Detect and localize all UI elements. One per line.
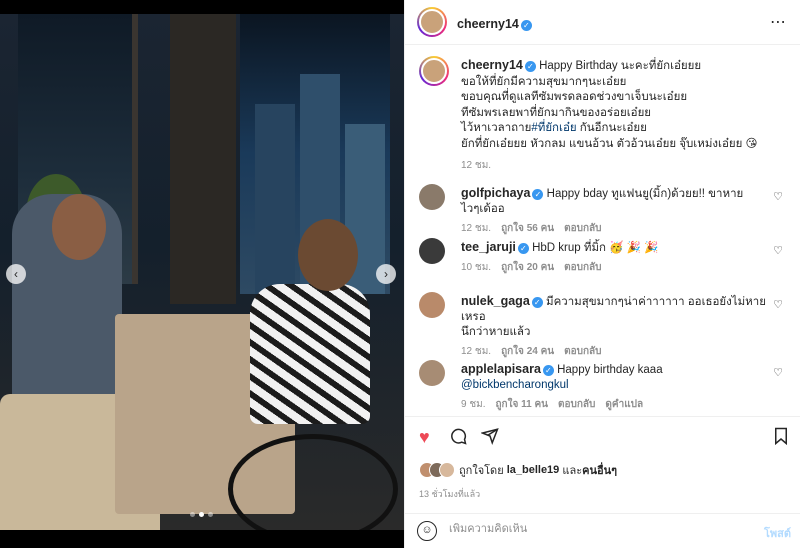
- chevron-left-icon: ‹: [14, 267, 18, 281]
- comment-like-button[interactable]: ♡: [773, 366, 783, 379]
- post-actions: ♥ ถูกใจโดย la_belle19 และ คนอื่นๆ 13 ชั่…: [405, 416, 800, 548]
- post-media: ‹ ›: [0, 0, 404, 548]
- caption-author-username[interactable]: cheerny14: [461, 58, 523, 72]
- chevron-right-icon: ›: [384, 267, 388, 281]
- comment-item: tee_jaruji ✓ HbD krup ที่มิ้ก 🥳 🎉 🎉 10 ชม…: [419, 236, 789, 288]
- carousel-dot-active: [199, 512, 204, 517]
- verified-icon: ✓: [531, 297, 543, 308]
- commenter-username[interactable]: golfpichaya: [461, 186, 530, 200]
- author-avatar[interactable]: [417, 7, 447, 37]
- caption-line: ขอให้ที่ยักมีความสุขมากๆนะเอ๋ยย: [461, 75, 627, 88]
- comment-time[interactable]: 12 ชม.: [461, 346, 491, 357]
- more-options-button[interactable]: ⋯: [770, 12, 787, 32]
- commenter-username[interactable]: tee_jaruji: [461, 240, 516, 254]
- comment-like-button[interactable]: ♡: [773, 298, 783, 311]
- comment-composer: ☺ โพสต์: [405, 513, 800, 548]
- mention-link[interactable]: @bickbencharongkul: [461, 379, 569, 391]
- carousel-next-button[interactable]: ›: [376, 264, 396, 284]
- author-username[interactable]: cheerny14: [457, 17, 519, 31]
- verified-icon: ✓: [542, 365, 554, 376]
- share-icon: [480, 428, 499, 449]
- hashtag-link[interactable]: #ที่ยักเอ๋ย: [531, 122, 576, 134]
- caption-line: ขอบคุณที่ดูแลทีซัมพรดลอดช่วงขาเจ็บนะเอ๋ย…: [461, 91, 688, 103]
- comment-like-button[interactable]: ♡: [773, 244, 783, 257]
- instagram-post-view: ‹ › cheerny14 ✓ ⋯ cheerny14 ✓ Happy Birt…: [0, 0, 800, 548]
- heart-filled-icon: ♥: [419, 427, 430, 447]
- comment-icon: [449, 428, 467, 449]
- comment-text: HbD krup ที่มิ้ก 🥳 🎉 🎉: [532, 242, 659, 254]
- comment-text: Happy birthday kaaa: [557, 364, 663, 376]
- caption-line: Happy Birthday นะคะที่ยักเอ๋ยยย: [539, 60, 702, 72]
- post-sidebar: cheerny14 ✓ ⋯ cheerny14 ✓ Happy Birthday น…: [404, 0, 800, 548]
- reply-button[interactable]: ตอบกลับ: [564, 262, 601, 273]
- comment-item: golfpichaya ✓ Happy bday ทูแฟนยู(มิ้ก)ด้ว…: [419, 182, 789, 234]
- bookmark-icon: [773, 427, 789, 449]
- verified-icon: ✓: [517, 243, 529, 254]
- emoji-icon: ☺: [421, 524, 433, 536]
- caption-line: ไว้หาเวลาถาย: [461, 122, 532, 134]
- commenter-username[interactable]: nulek_gaga: [461, 294, 530, 308]
- comment-button[interactable]: [449, 427, 467, 449]
- caption-author-avatar[interactable]: [419, 56, 449, 86]
- comment-time[interactable]: 9 ชม.: [461, 399, 486, 410]
- caption-line: ทีซัมพรเลยพาที่ยักมากินของอร่อยเอ๋ยย: [461, 106, 652, 119]
- verified-icon: ✓: [532, 189, 544, 200]
- post-photo: [0, 14, 404, 530]
- carousel-dot: [208, 512, 213, 517]
- post-header: cheerny14 ✓ ⋯: [405, 0, 800, 45]
- commenter-avatar[interactable]: [419, 238, 445, 264]
- comment-time[interactable]: 12 ชม.: [461, 223, 491, 234]
- carousel-indicator: [190, 512, 213, 517]
- comment-text-continued: นึกว่าหายแล้ว: [461, 326, 531, 338]
- caption-line: กันอีกนะเอ๋ยย: [576, 122, 647, 134]
- liker-avatars: [419, 462, 455, 478]
- comment-input[interactable]: [449, 523, 729, 535]
- liker-username[interactable]: la_belle19: [507, 464, 560, 476]
- reply-button[interactable]: ตอบกลับ: [564, 223, 601, 234]
- comment-likes[interactable]: ถูกใจ 11 คน: [496, 399, 549, 410]
- heart-outline-icon: ♡: [773, 367, 783, 379]
- comment-like-button[interactable]: ♡: [773, 190, 783, 203]
- verified-icon: ✓: [524, 61, 536, 72]
- commenter-avatar[interactable]: [419, 184, 445, 210]
- commenter-avatar[interactable]: [419, 360, 445, 386]
- translate-button[interactable]: ดูคำแปล: [605, 399, 643, 410]
- like-button[interactable]: ♥: [419, 427, 430, 447]
- commenter-avatar[interactable]: [419, 292, 445, 318]
- comment-likes[interactable]: ถูกใจ 56 คน: [501, 223, 554, 234]
- commenter-username[interactable]: applelapisara: [461, 362, 541, 376]
- comment-item: applelapisara ✓ Happy birthday kaaa @bick…: [419, 358, 789, 410]
- likes-others-link[interactable]: คนอื่นๆ: [582, 461, 617, 479]
- comment-time[interactable]: 10 ชม.: [461, 262, 491, 273]
- emoji-button[interactable]: ☺: [417, 521, 437, 541]
- save-button[interactable]: [773, 427, 789, 449]
- heart-outline-icon: ♡: [773, 245, 783, 257]
- likes-summary: ถูกใจโดย la_belle19 และ คนอื่นๆ: [419, 461, 617, 479]
- reply-button[interactable]: ตอบกลับ: [564, 346, 601, 357]
- share-button[interactable]: [480, 427, 499, 449]
- comment-likes[interactable]: ถูกใจ 24 คน: [501, 346, 554, 357]
- avatar: [439, 462, 455, 478]
- verified-icon: ✓: [520, 20, 532, 31]
- heart-outline-icon: ♡: [773, 191, 783, 203]
- caption-timestamp[interactable]: 12 ชม.: [461, 158, 781, 174]
- carousel-dot: [190, 512, 195, 517]
- comment-likes[interactable]: ถูกใจ 20 คน: [501, 262, 554, 273]
- reply-button[interactable]: ตอบกลับ: [558, 399, 595, 410]
- more-horizontal-icon: ⋯: [770, 14, 787, 31]
- caption-line: ยักที่ยักเอ๋ยยย หัวกลม แขนอ้วน ตัวอ้วนเอ…: [461, 137, 758, 150]
- carousel-prev-button[interactable]: ‹: [6, 264, 26, 284]
- post-timestamp[interactable]: 13 ชั่วโมงที่แล้ว: [419, 487, 480, 501]
- heart-outline-icon: ♡: [773, 299, 783, 311]
- comment-item: nulek_gaga ✓ มีความสุขมากๆน่าค่าาาาาา ออเ…: [419, 290, 789, 357]
- post-comment-button[interactable]: โพสต์: [764, 524, 791, 542]
